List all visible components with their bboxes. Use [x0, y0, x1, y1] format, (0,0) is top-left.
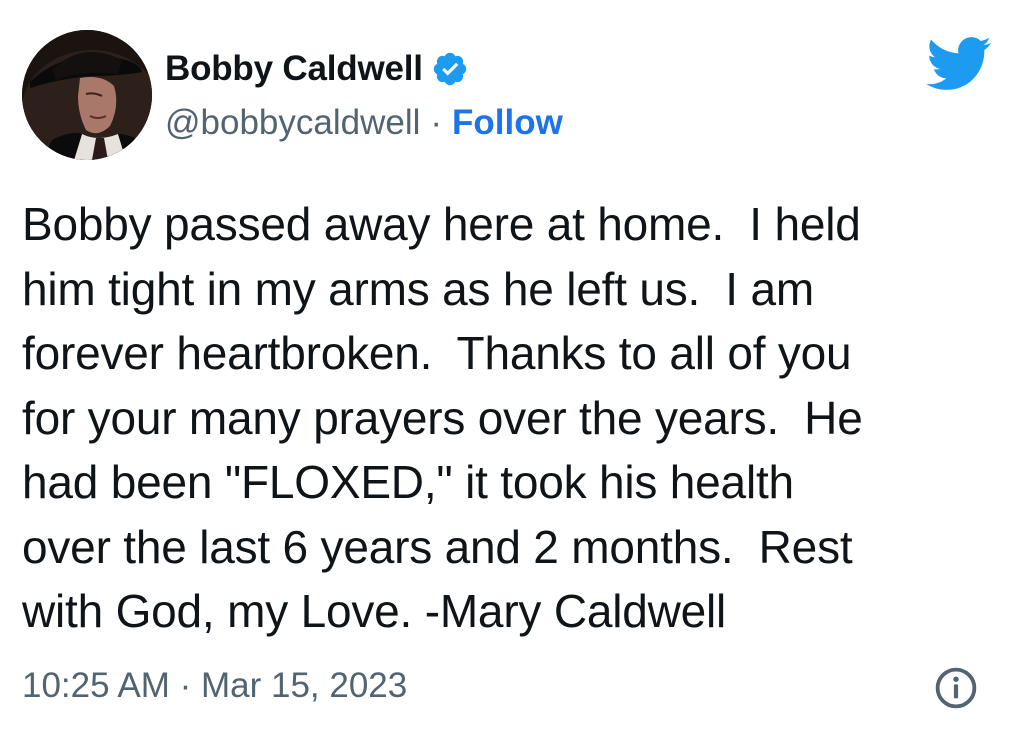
avatar-photo [22, 30, 152, 160]
info-icon[interactable] [932, 664, 980, 712]
twitter-bird-icon[interactable] [926, 36, 992, 92]
tweet-timestamp[interactable]: 10:25 AM · Mar 15, 2023 [22, 660, 407, 712]
tweet-text: Bobby passed away here at home. I held h… [22, 198, 863, 637]
verified-badge-icon [431, 50, 469, 88]
author-display-name[interactable]: Bobby Caldwell [165, 49, 423, 89]
author-handle[interactable]: @bobbycaldwell [165, 103, 420, 143]
tweet-embed: Bobby Caldwell @bobbycaldwell · Follow B… [0, 0, 1024, 733]
avatar[interactable] [22, 30, 152, 160]
author-name-row: Bobby Caldwell [165, 44, 469, 94]
separator-dot: · [430, 103, 443, 142]
follow-button[interactable]: Follow [452, 103, 563, 143]
author-handle-row: @bobbycaldwell · Follow [165, 98, 563, 148]
